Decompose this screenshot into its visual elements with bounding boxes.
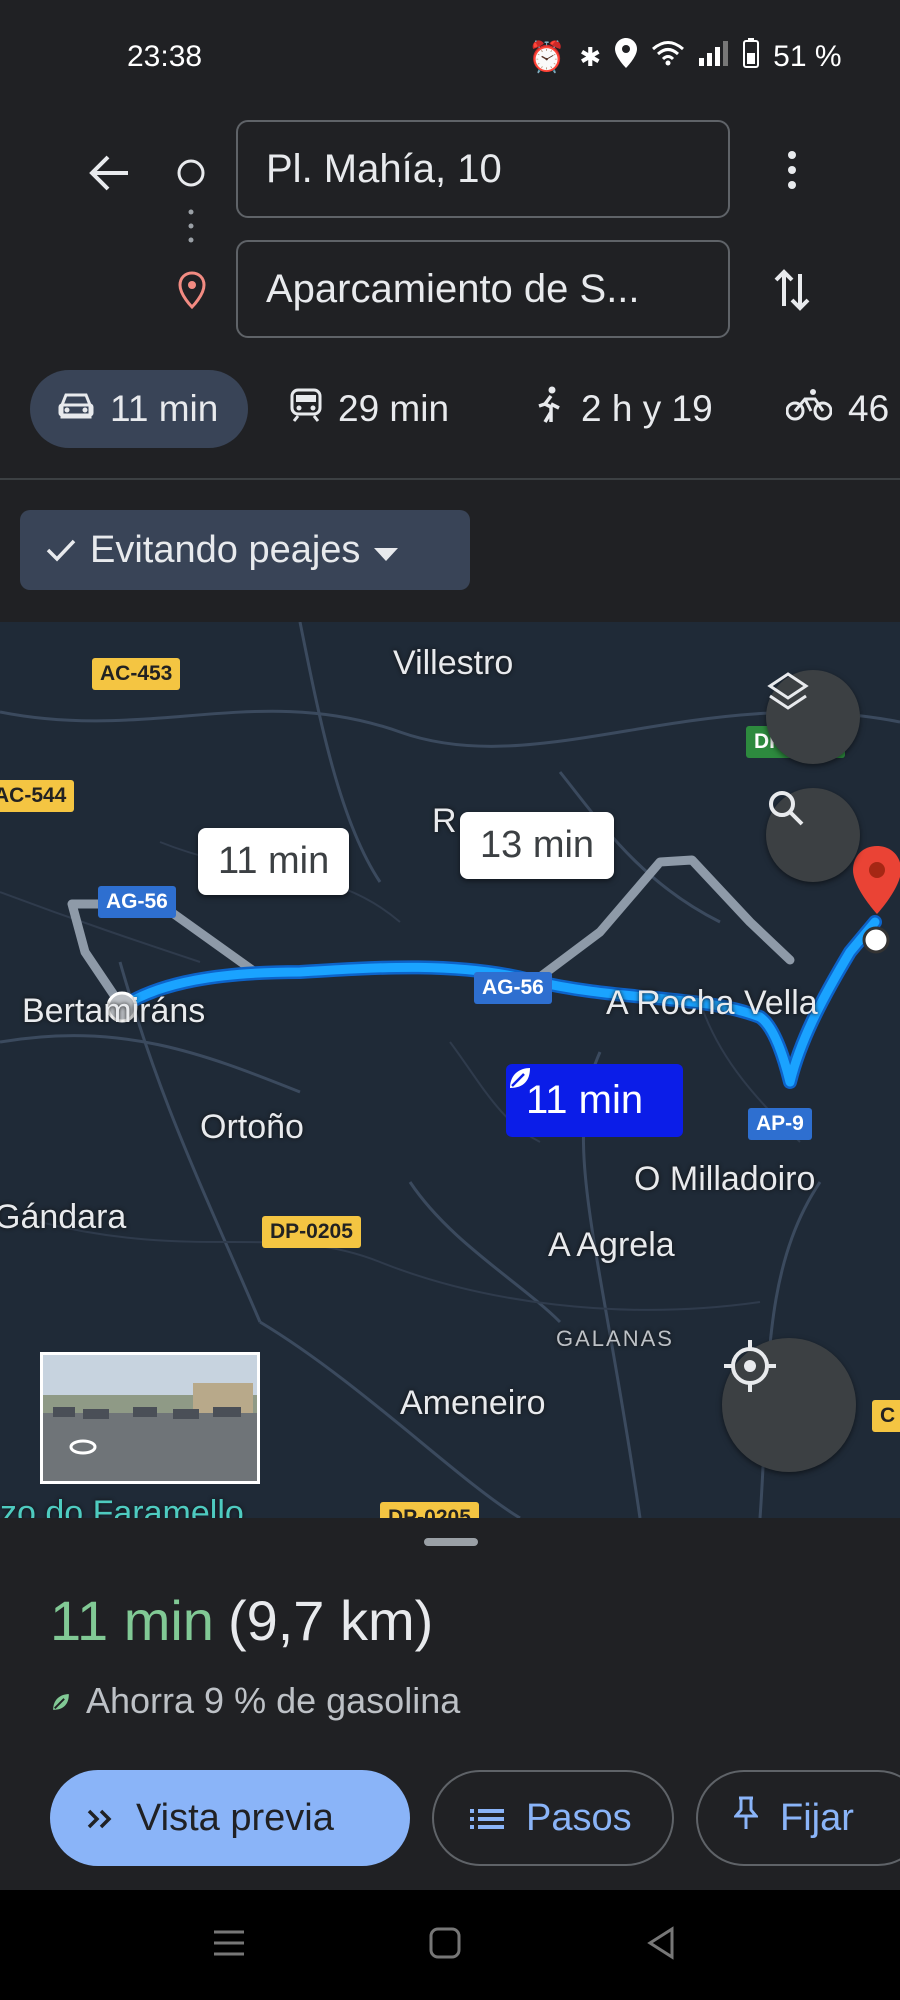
- place-label: A Rocha Vella: [606, 984, 818, 1022]
- alt-route-time-bubble[interactable]: 11 min: [198, 828, 350, 895]
- origin-field[interactable]: Pl. Mahía, 10: [236, 120, 730, 218]
- walk-icon: [535, 386, 565, 433]
- mode-transit-tab[interactable]: 29 min: [290, 370, 449, 448]
- check-icon: [46, 529, 76, 572]
- my-location-button[interactable]: [722, 1338, 856, 1472]
- destination-pin-icon: [174, 270, 210, 310]
- bike-icon: [785, 388, 833, 430]
- road-shield: AG-56: [474, 972, 552, 1004]
- preview-label: Vista previa: [136, 1796, 334, 1839]
- destination-field[interactable]: Aparcamiento de S...: [236, 240, 730, 338]
- bluetooth-icon: ✱: [579, 41, 602, 72]
- map-search-button[interactable]: [766, 788, 860, 882]
- location-icon: [615, 38, 638, 76]
- place-label: zo do Faramello: [0, 1494, 244, 1518]
- recents-icon[interactable]: [212, 1926, 246, 1965]
- wifi-icon: [651, 40, 685, 74]
- place-label: Ortoño: [200, 1108, 304, 1146]
- pin-button[interactable]: Fijar: [696, 1770, 900, 1866]
- dropdown-arrow-icon: [374, 529, 399, 572]
- place-label: Villestro: [393, 644, 514, 682]
- selected-route-bubble[interactable]: 11 min: [506, 1064, 684, 1137]
- road-shield: AC-544: [0, 780, 75, 812]
- status-time: 23:38: [127, 40, 203, 73]
- car-icon: [58, 388, 94, 430]
- route-summary: 11 min (9,7 km): [50, 1588, 433, 1653]
- double-chevron-icon: [86, 1797, 114, 1840]
- road-shield: AC-453: [92, 658, 181, 690]
- place-label: R: [432, 802, 457, 840]
- place-label: O Milladoiro: [634, 1160, 816, 1198]
- divider: [0, 478, 900, 480]
- more-options-icon[interactable]: [772, 145, 812, 195]
- route-dots-icon: [186, 206, 196, 250]
- route-distance: (9,7 km): [227, 1589, 434, 1652]
- road-shield: C: [872, 1400, 900, 1432]
- place-label: GALANAS: [556, 1326, 674, 1351]
- battery-icon: [743, 38, 760, 76]
- alarm-icon: ⏰: [528, 40, 566, 74]
- mode-time: 29 min: [338, 388, 450, 429]
- road-shield: AG-56: [98, 886, 176, 918]
- mode-time: 11 min: [110, 388, 219, 429]
- swap-icon[interactable]: [764, 262, 820, 318]
- selected-route-time: 11 min: [526, 1078, 644, 1122]
- place-label: Ameneiro: [400, 1384, 546, 1422]
- signal-icon: [699, 40, 729, 74]
- mode-bike-tab[interactable]: 46: [785, 370, 890, 448]
- road-shield: DP-0205: [380, 1502, 479, 1518]
- place-label: Gándara: [0, 1198, 127, 1236]
- mode-time: 2 h y 19: [581, 388, 713, 429]
- layers-button[interactable]: [766, 670, 860, 764]
- list-icon: [470, 1797, 504, 1840]
- system-nav-bar: [0, 1890, 900, 2000]
- mode-car-tab[interactable]: 11 min: [30, 370, 248, 448]
- map-view[interactable]: Villestro Bertamiráns Ortoño Gándara A R…: [0, 622, 900, 1518]
- battery-level: 51 %: [773, 40, 842, 73]
- fuel-savings-text: Ahorra 9 % de gasolina: [86, 1680, 461, 1721]
- train-icon: [290, 388, 322, 431]
- mode-time: 46: [848, 388, 890, 429]
- chip-label: Evitando peajes: [90, 528, 361, 571]
- origin-circle-icon: [174, 156, 208, 190]
- back-arrow-icon[interactable]: [82, 145, 138, 201]
- place-label: A Agrela: [548, 1226, 675, 1264]
- preview-button[interactable]: Vista previa: [50, 1770, 410, 1866]
- steps-button[interactable]: Pasos: [432, 1770, 674, 1866]
- mode-walk-tab[interactable]: 2 h y 19: [535, 370, 713, 448]
- fuel-savings-note: Ahorra 9 % de gasolina: [50, 1680, 460, 1722]
- alt-route-time-bubble[interactable]: 13 min: [460, 812, 615, 879]
- eco-leaf-icon: [50, 1680, 72, 1722]
- road-shield: DP-0205: [262, 1216, 361, 1248]
- home-icon[interactable]: [428, 1926, 462, 1965]
- pushpin-icon: [732, 1796, 760, 1840]
- street-view-thumbnail[interactable]: [40, 1352, 260, 1484]
- steps-label: Pasos: [526, 1796, 632, 1839]
- route-sheet[interactable]: 11 min (9,7 km) Ahorra 9 % de gasolina V…: [0, 1518, 900, 1890]
- avoid-tolls-chip[interactable]: Evitando peajes: [20, 510, 470, 590]
- place-label: Bertamiráns: [22, 992, 206, 1030]
- pin-label: Fijar: [780, 1796, 854, 1839]
- sheet-drag-handle[interactable]: [424, 1538, 478, 1546]
- status-icons: ⏰ ✱ 51 %: [528, 38, 842, 76]
- back-nav-icon[interactable]: [646, 1926, 676, 1965]
- eta-time: 11 min: [50, 1589, 214, 1652]
- road-shield: AP-9: [748, 1108, 812, 1140]
